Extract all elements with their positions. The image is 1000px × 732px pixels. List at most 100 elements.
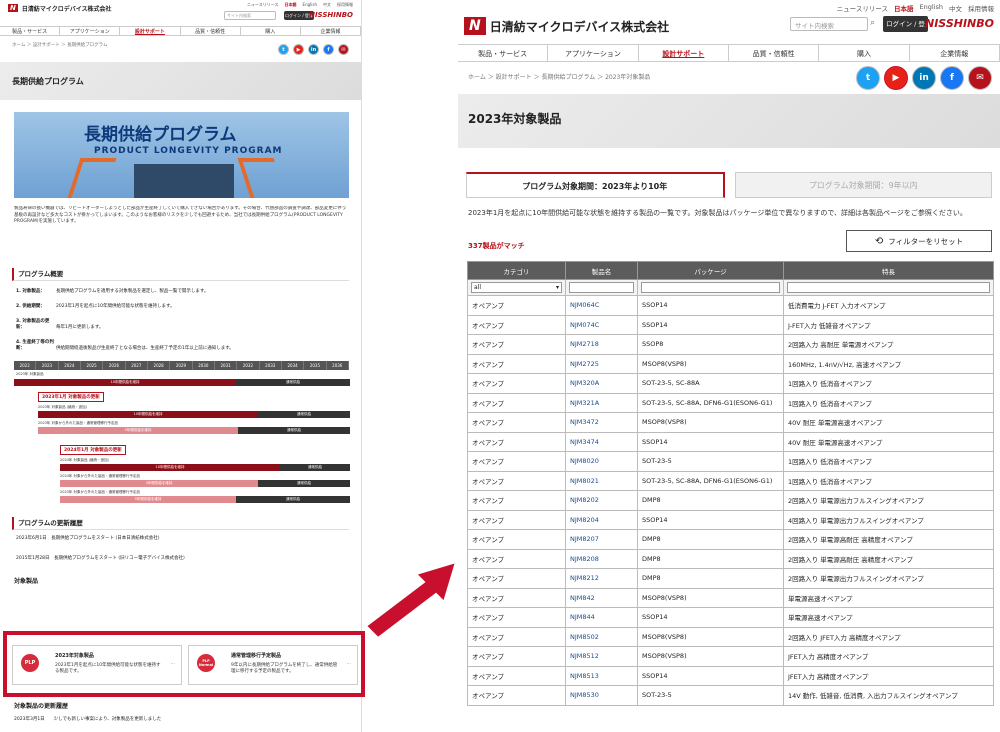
product-link[interactable]: NJM074C — [565, 314, 638, 335]
toplink-zh[interactable]: 中文 — [949, 3, 962, 13]
left-logo[interactable]: N 日清紡マイクロデバイス株式会社 — [8, 4, 112, 13]
tab-10-years[interactable]: プログラム対象期間：2023年より10年 — [466, 172, 725, 198]
nav-products[interactable]: 製品・サービス — [458, 45, 549, 61]
product-link[interactable]: NJM8513 — [565, 665, 638, 686]
features-cell: 2回路入り 単電源高耐圧 高精度オペアンプ — [783, 529, 994, 550]
features-cell: 1回路入り 低消音オペアンプ — [783, 392, 994, 413]
youtube-icon[interactable]: ▶ — [293, 44, 304, 55]
nav-applications[interactable]: アプリケーション — [60, 27, 121, 35]
intro-text: 製品寿命の長い機器では、リピートオーダーしようとした部品が生産終了していて購入で… — [14, 206, 347, 224]
product-link[interactable]: NJM8208 — [565, 548, 638, 569]
login-button[interactable]: ログイン / 登録 — [883, 16, 928, 44]
category-cell: オペアンプ — [467, 685, 566, 706]
search-icon[interactable]: ⌕ — [870, 18, 875, 28]
toplink-ja[interactable]: 日本語 — [285, 2, 297, 8]
right-toplinks: ニュースリリース 日本語 English 中文 採用情報 — [837, 3, 994, 13]
table-row: オペアンプ NJM8020 SOT-23-5 1回路入り 低消音オペアンプ — [467, 451, 994, 472]
right-logo[interactable]: N 日清紡マイクロデバイス株式会社 — [464, 17, 669, 35]
category-cell: オペアンプ — [467, 490, 566, 511]
reset-filter-button[interactable]: ⟲ フィルターをリセット — [846, 230, 992, 252]
product-link[interactable]: NJM064C — [565, 295, 638, 316]
product-link[interactable]: NJM8021 — [565, 470, 638, 491]
twitter-icon[interactable]: t — [856, 66, 880, 90]
product-link[interactable]: NJM8204 — [565, 509, 638, 530]
nav-purchase[interactable]: 購入 — [241, 27, 301, 35]
toplink-news[interactable]: ニュースリリース — [247, 2, 279, 8]
twitter-icon[interactable]: t — [278, 44, 289, 55]
product-link[interactable]: NJM8020 — [565, 451, 638, 472]
product-link[interactable]: NJM842 — [565, 587, 638, 608]
toplink-careers[interactable]: 採用情報 — [968, 3, 994, 13]
overview-item: 3. 対象製品の更新： 毎年1月に更新します。 — [16, 319, 349, 331]
product-link[interactable]: NJM844 — [565, 607, 638, 628]
nav-quality[interactable]: 品質・信頼性 — [181, 27, 241, 35]
product-link[interactable]: NJM320A — [565, 373, 638, 394]
search-input[interactable]: サイト内検索 — [790, 17, 868, 31]
product-link[interactable]: NJM8202 — [565, 490, 638, 511]
features-cell: JFET入力 高精度オペアンプ — [783, 665, 994, 686]
features-filter-input[interactable] — [787, 282, 990, 293]
facebook-icon[interactable]: f — [323, 44, 334, 55]
package-filter-input[interactable] — [641, 282, 780, 293]
toplink-news[interactable]: ニュースリリース — [837, 3, 888, 13]
product-link[interactable]: NJM321A — [565, 392, 638, 413]
timeline-year: 2022 — [14, 361, 37, 370]
reset-icon: ⟲ — [874, 235, 884, 247]
nav-design-support[interactable]: 設計サポート — [120, 27, 181, 35]
features-cell: 2回路入り 単電源出力フルスイングオペアンプ — [783, 568, 994, 589]
table-row: オペアンプ NJM844 SSOP14 単電源高速オペアンプ — [467, 607, 994, 628]
nav-purchase[interactable]: 購入 — [819, 45, 910, 61]
col-product[interactable]: 製品名 — [565, 261, 638, 280]
toplink-ja[interactable]: 日本語 — [894, 3, 914, 13]
nav-quality[interactable]: 品質・信頼性 — [729, 45, 820, 61]
linkedin-icon[interactable]: in — [912, 66, 936, 90]
nav-applications[interactable]: アプリケーション — [548, 45, 639, 61]
toplink-careers[interactable]: 採用情報 — [337, 2, 353, 8]
product-link[interactable]: NJM8207 — [565, 529, 638, 550]
tab-9-years[interactable]: プログラム対象期間：9年以内 — [734, 172, 992, 198]
product-link[interactable]: NJM3474 — [565, 431, 638, 452]
product-link[interactable]: NJM8512 — [565, 646, 638, 667]
timeline-year: 2027 — [126, 361, 148, 370]
table-row: オペアンプ NJM3472 MSOP8(VSP8) 40V 耐圧 単電源高速オペアンプ — [467, 412, 994, 433]
list-description: 2023年1月を起点に10年間供給可能な状態を維持する製品の一覧です。対象製品は… — [468, 209, 967, 217]
table-row: オペアンプ NJM8021 SOT-23-5, SC-88A, DFN6-G1(ES… — [467, 470, 994, 491]
category-select[interactable]: all ▾ — [471, 282, 562, 293]
factory-icon — [134, 164, 234, 198]
nav-design-support[interactable]: 設計サポート — [639, 45, 729, 61]
product-link[interactable]: NJM8530 — [565, 685, 638, 706]
timeline-callout: 2024年1月 対象製品の更新 — [60, 445, 126, 455]
product-link[interactable]: NJM2718 — [565, 334, 638, 355]
product-link[interactable]: NJM3472 — [565, 412, 638, 433]
facebook-icon[interactable]: f — [940, 66, 964, 90]
table-row: オペアンプ NJM8502 MSOP8(VSP8) 2回路入り JFET入力 高精度オ… — [467, 626, 994, 647]
update-line: 2023年3月1日 少しでも新しい事案により、対象製品を更新しました — [14, 717, 162, 722]
nav-products[interactable]: 製品・サービス — [0, 27, 61, 35]
mail-icon[interactable]: ✉ — [968, 66, 992, 90]
toplink-en[interactable]: English — [303, 2, 317, 8]
nav-company[interactable]: 企業情報 — [301, 27, 361, 35]
product-link[interactable]: NJM8212 — [565, 568, 638, 589]
package-cell: SOT-23-5, SC-88A — [637, 373, 784, 394]
product-link[interactable]: NJM8502 — [565, 626, 638, 647]
features-cell: 単電源高速オペアンプ — [783, 587, 994, 608]
col-package[interactable]: パッケージ — [637, 261, 784, 280]
col-features[interactable]: 特長 — [783, 261, 994, 280]
youtube-icon[interactable]: ▶ — [884, 66, 908, 90]
products-heading: 対象製品 — [14, 578, 39, 585]
linkedin-icon[interactable]: in — [308, 44, 319, 55]
left-search-input[interactable]: サイト内検索 — [224, 11, 276, 20]
hero-subtitle: PRODUCT LONGEVITY PROGRAM — [94, 146, 283, 156]
product-filter-input[interactable] — [569, 282, 634, 293]
col-category[interactable]: カテゴリ — [467, 261, 566, 280]
toplink-zh[interactable]: 中文 — [323, 2, 331, 8]
nav-company[interactable]: 企業情報 — [910, 45, 1000, 61]
timeline-bar: 通常供給 — [258, 480, 350, 487]
table-row: オペアンプ NJM8207 DMP8 2回路入り 単電源高耐圧 高精度オペアンプ — [467, 529, 994, 550]
mail-icon[interactable]: ✉ — [338, 44, 349, 55]
table-row: オペアンプ NJM8513 SSOP14 JFET入力 高精度オペアンプ — [467, 665, 994, 686]
product-link[interactable]: NJM2725 — [565, 353, 638, 374]
hero-title: 長期供給プログラム — [84, 125, 237, 145]
toplink-en[interactable]: English — [920, 3, 943, 13]
company-name: 日清紡マイクロデバイス株式会社 — [21, 5, 112, 13]
